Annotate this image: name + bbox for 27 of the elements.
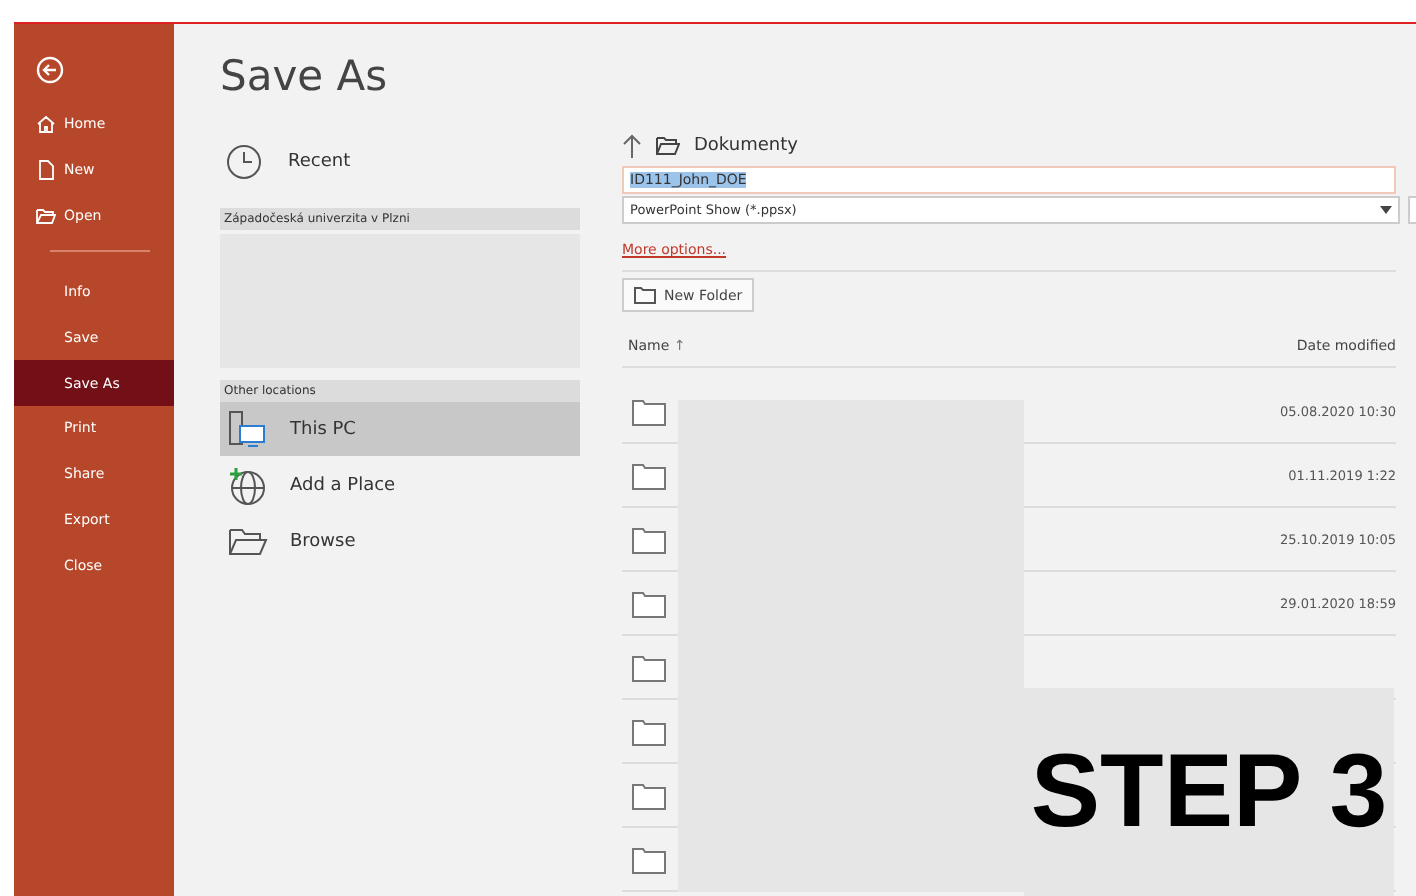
location-item[interactable]: Add a Place [220, 458, 580, 512]
folder-icon [632, 717, 666, 745]
folder-path[interactable]: Dokumenty [694, 136, 798, 156]
dropdown-arrow-icon [1380, 206, 1392, 214]
folder-icon [632, 525, 666, 553]
folder-icon [632, 653, 666, 681]
step-label: STEP 3 [1030, 732, 1388, 852]
computer-icon [228, 409, 268, 449]
back-icon[interactable] [36, 56, 64, 84]
up-arrow-icon[interactable] [622, 134, 642, 158]
folder-icon [632, 397, 666, 425]
folder-icon [228, 523, 268, 559]
folder-icon [656, 136, 680, 156]
folder-icon [632, 781, 666, 809]
location-item[interactable]: This PC [220, 402, 580, 456]
folder-icon [634, 286, 656, 304]
folder-icon [632, 461, 666, 489]
location-item[interactable]: Browse [220, 514, 580, 568]
page-icon [36, 160, 56, 181]
globe-icon [228, 465, 268, 505]
home-icon [36, 114, 56, 135]
page-title: Save As [220, 52, 390, 104]
recent-item[interactable]: Recent [220, 132, 580, 192]
folder-icon [36, 205, 56, 226]
folder-icon [632, 845, 666, 873]
folder-icon [632, 589, 666, 617]
clock-icon [226, 144, 262, 180]
